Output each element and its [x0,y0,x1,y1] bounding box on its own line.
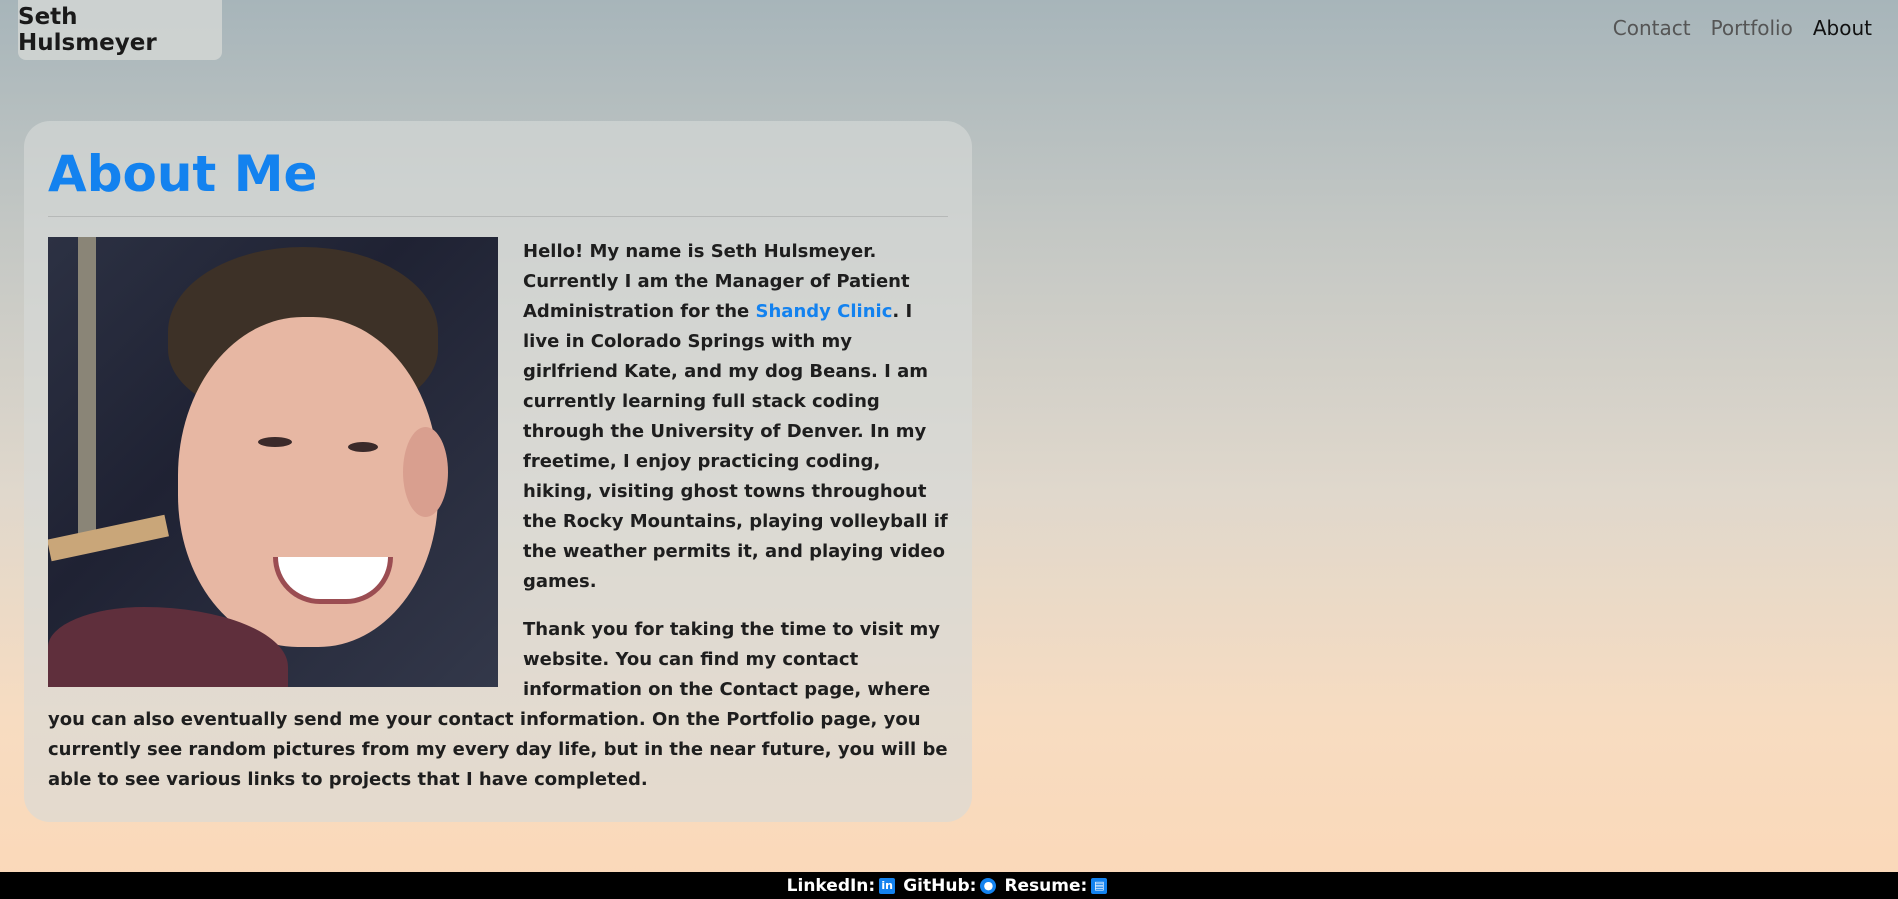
bio-text: . I live in Colorado Springs with my gir… [523,301,948,592]
page-title: About Me [48,145,318,203]
resume-label: Resume: [1004,875,1088,896]
bio-section: Hello! My name is Seth Hulsmeyer. Curren… [48,237,948,795]
shandy-clinic-link[interactable]: Shandy Clinic [756,301,893,322]
github-icon[interactable]: ● [980,877,997,894]
main-nav: Contact Portfolio About [1613,16,1872,40]
pdf-file-icon[interactable]: ▤ [1091,877,1108,894]
github-label: GitHub: [903,875,977,896]
brand-link[interactable]: Seth Hulsmeyer [18,0,222,60]
nav-portfolio[interactable]: Portfolio [1711,16,1793,40]
linkedin-label: LinkedIn: [786,875,876,896]
about-card: About Me Hello! My name is Seth Hulsmeye… [24,121,972,822]
nav-contact[interactable]: Contact [1613,16,1691,40]
nav-about[interactable]: About [1813,16,1872,40]
footer: LinkedIn: in GitHub: ● Resume: ▤ [0,872,1898,899]
linkedin-icon[interactable]: in [879,877,896,894]
divider [48,216,948,217]
profile-photo [48,237,498,687]
